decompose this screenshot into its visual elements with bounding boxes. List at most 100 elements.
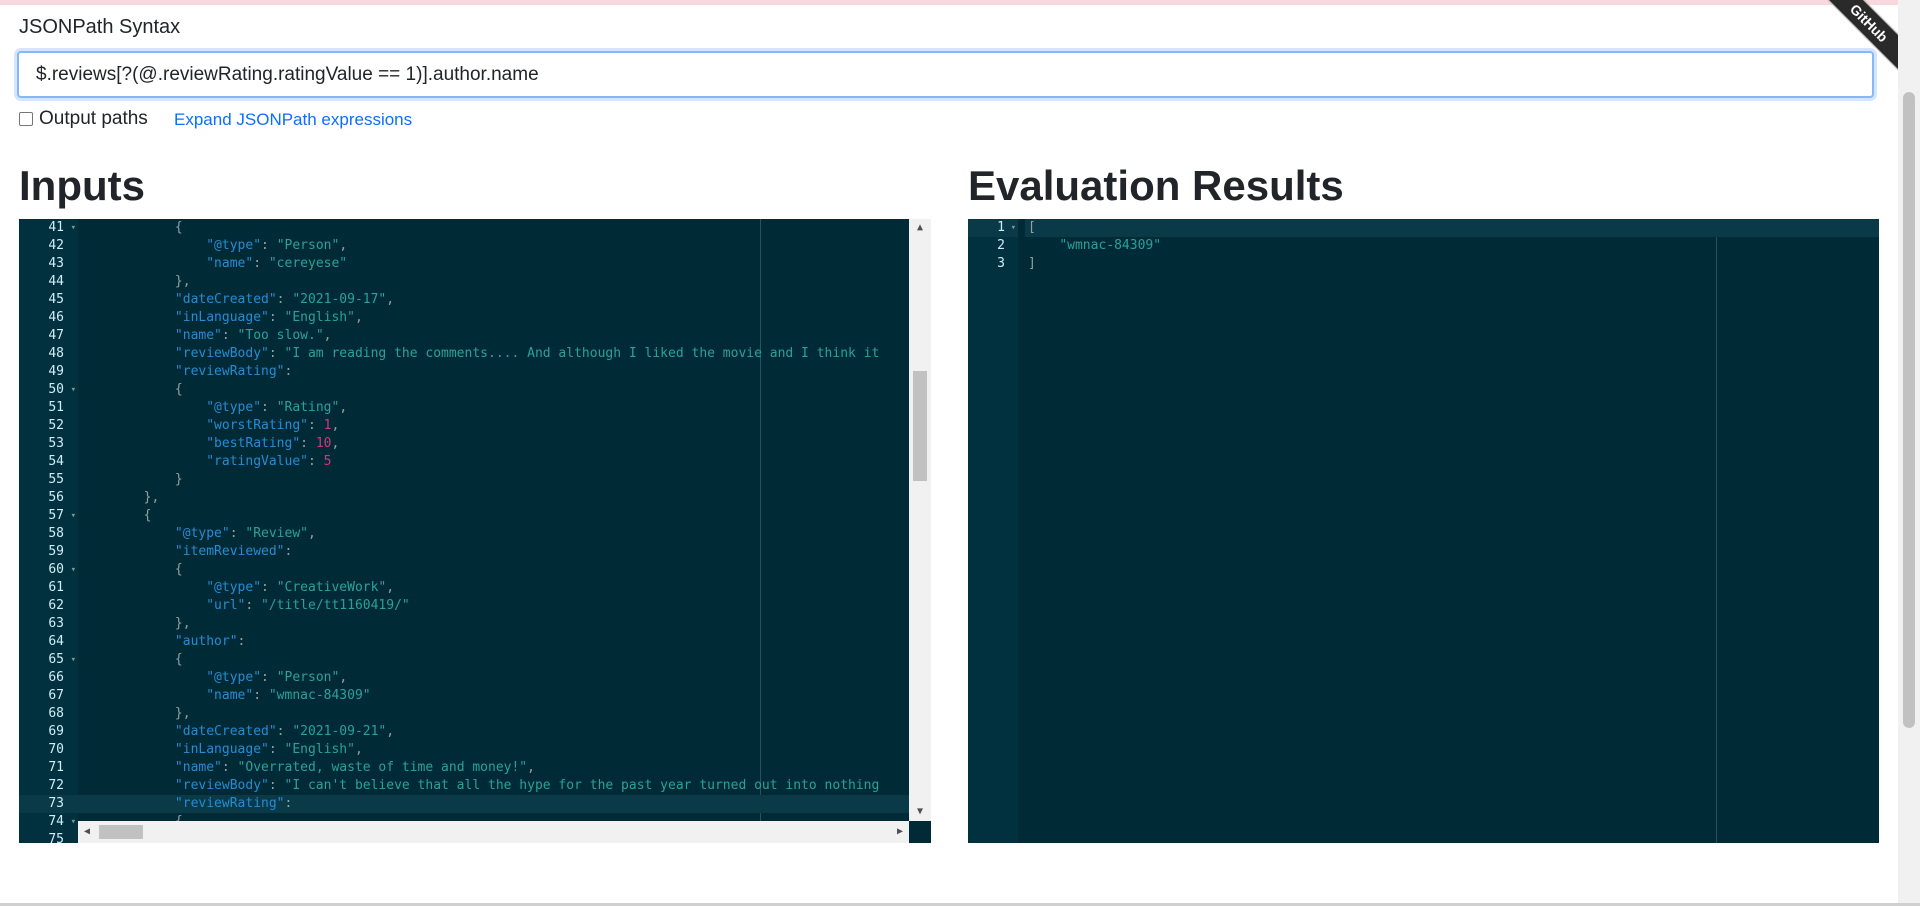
code-line[interactable]: "dateCreated": "2021-09-21",	[78, 723, 909, 741]
json-punctuation: ,	[354, 310, 363, 325]
json-punctuation: ,	[339, 238, 348, 253]
code-line[interactable]: },	[78, 489, 909, 507]
code-line[interactable]: "itemReviewed":	[78, 543, 909, 561]
scroll-down-icon[interactable]: ▼	[909, 803, 931, 821]
code-line[interactable]: "name": "Too slow.",	[78, 327, 909, 345]
line-number-text: 49	[48, 364, 64, 379]
code-line[interactable]: "@type": "Person",	[78, 237, 909, 255]
inputs-vertical-scroll-thumb[interactable]	[913, 371, 927, 481]
output-paths-label[interactable]: Output paths	[39, 108, 148, 130]
fold-arrow-icon[interactable]: ▾	[71, 561, 76, 579]
json-punctuation: :	[229, 526, 246, 541]
code-line[interactable]: {	[78, 561, 909, 579]
json-punctuation: ,	[339, 670, 348, 685]
json-key: "inLanguage"	[174, 310, 269, 325]
json-punctuation	[81, 778, 175, 793]
inputs-editor[interactable]: 41 ▾ 42 43 44 45 46 47 48 49 50 ▾ 51 52 53 54 55 56 57 ▾ 58 5…	[19, 219, 931, 843]
json-punctuation	[81, 634, 175, 649]
top-accent-line	[0, 0, 1920, 5]
code-line[interactable]: "url": "/title/tt1160419/"	[78, 597, 909, 615]
code-line[interactable]: "name": "Overrated, waste of time and mo…	[78, 759, 909, 777]
expand-jsonpath-link[interactable]: Expand JSONPath expressions	[174, 110, 412, 130]
page-scrollbar[interactable]	[1898, 0, 1920, 906]
json-key: "dateCreated"	[174, 724, 277, 739]
line-number: 55	[19, 471, 78, 489]
fold-arrow-icon[interactable]: ▾	[71, 507, 76, 525]
scroll-left-icon[interactable]: ◀	[78, 821, 96, 843]
json-key: "name"	[206, 256, 254, 271]
code-line[interactable]: "name": "wmnac-84309"	[78, 687, 909, 705]
fold-arrow-icon[interactable]: ▾	[71, 651, 76, 669]
code-line[interactable]: },	[78, 273, 909, 291]
code-line[interactable]: "bestRating": 10,	[78, 435, 909, 453]
code-line[interactable]: "@type": "Review",	[78, 525, 909, 543]
code-line[interactable]: "reviewBody": "I can't believe that all …	[78, 777, 909, 795]
code-line[interactable]: "@type": "Person",	[78, 669, 909, 687]
inputs-horizontal-scroll-thumb[interactable]	[99, 825, 143, 839]
code-line[interactable]: {	[78, 381, 909, 399]
scroll-right-icon[interactable]: ▶	[891, 821, 909, 843]
code-line[interactable]: "author":	[78, 633, 909, 651]
fold-arrow-icon[interactable]: ▾	[71, 813, 76, 831]
json-punctuation: ,	[527, 760, 535, 775]
json-key: "worstRating"	[206, 418, 308, 433]
inputs-vertical-scrollbar[interactable]: ▲ ▼	[909, 219, 931, 821]
line-number-text: 47	[48, 328, 64, 343]
json-key: "itemReviewed"	[174, 544, 285, 559]
code-line[interactable]: },	[78, 615, 909, 633]
line-number: 61	[19, 579, 78, 597]
line-number: 59	[19, 543, 78, 561]
line-number-text: 54	[48, 454, 64, 469]
code-line[interactable]: },	[78, 705, 909, 723]
output-paths-option[interactable]: Output paths	[19, 107, 148, 131]
fold-arrow-icon[interactable]: ▾	[71, 381, 76, 399]
code-line[interactable]: "ratingValue": 5	[78, 453, 909, 471]
code-line[interactable]: {	[78, 507, 909, 525]
line-number-text: 55	[48, 472, 64, 487]
code-line[interactable]: "@type": "CreativeWork",	[78, 579, 909, 597]
json-punctuation: :	[237, 634, 246, 649]
scroll-up-icon[interactable]: ▲	[909, 219, 931, 237]
json-number: 5	[323, 454, 332, 469]
line-number: 3	[968, 255, 1018, 273]
line-number-text: 48	[48, 346, 64, 361]
code-line[interactable]: "reviewBody": "I am reading the comments…	[78, 345, 909, 363]
json-punctuation: :	[253, 256, 269, 271]
json-punctuation	[81, 724, 175, 739]
code-line[interactable]: ]	[1025, 255, 1879, 273]
code-line[interactable]: "wmnac-84309"	[1025, 237, 1879, 255]
code-line[interactable]: "worstRating": 1,	[78, 417, 909, 435]
code-line[interactable]: {	[78, 813, 909, 821]
code-line[interactable]: "dateCreated": "2021-09-17",	[78, 291, 909, 309]
code-line[interactable]: [	[1025, 219, 1879, 237]
inputs-horizontal-scrollbar[interactable]: ◀ ▶	[78, 821, 909, 843]
code-line[interactable]: }	[78, 471, 909, 489]
json-punctuation: ]	[1028, 256, 1036, 271]
line-number: 67	[19, 687, 78, 705]
code-line[interactable]: {	[78, 651, 909, 669]
output-paths-checkbox[interactable]	[19, 112, 33, 126]
code-line[interactable]: "reviewRating":	[78, 363, 909, 381]
json-key: "@type"	[206, 580, 262, 595]
code-line[interactable]: "@type": "Rating",	[78, 399, 909, 417]
json-key: "@type"	[206, 400, 262, 415]
results-editor[interactable]: 1 ▾ 2 3 [ "wmnac-84309"]	[968, 219, 1879, 843]
json-punctuation: {	[81, 814, 183, 821]
code-line[interactable]: {	[78, 219, 909, 237]
jsonpath-syntax-label: JSONPath Syntax	[19, 16, 181, 38]
inputs-editor-code[interactable]: { "@type": "Person", "name": "cereyese" …	[78, 219, 909, 821]
json-punctuation	[81, 796, 175, 811]
line-number-text: 62	[48, 598, 64, 613]
code-line[interactable]: "inLanguage": "English",	[78, 741, 909, 759]
fold-arrow-icon[interactable]: ▾	[1011, 219, 1016, 237]
page-scroll-thumb[interactable]	[1903, 92, 1915, 728]
json-punctuation: :	[221, 760, 238, 775]
code-line[interactable]: "inLanguage": "English",	[78, 309, 909, 327]
code-line[interactable]: "name": "cereyese"	[78, 255, 909, 273]
json-key: "bestRating"	[206, 436, 301, 451]
fold-arrow-icon[interactable]: ▾	[71, 219, 76, 237]
code-line[interactable]: "reviewRating":	[78, 795, 909, 813]
jsonpath-query-input[interactable]	[17, 51, 1874, 98]
json-key: "@type"	[206, 670, 262, 685]
results-editor-code[interactable]: [ "wmnac-84309"]	[1025, 219, 1879, 843]
